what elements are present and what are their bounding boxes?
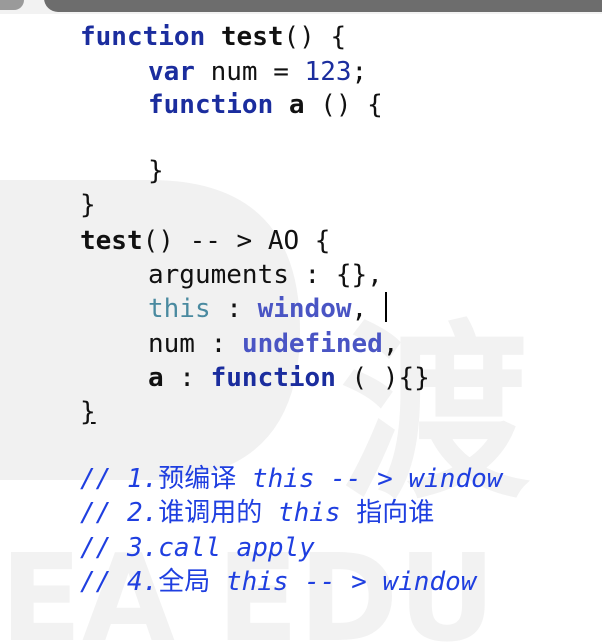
closing-brace: }	[80, 190, 96, 220]
code-text: ( ){}	[335, 363, 430, 393]
code-text: : {},	[288, 260, 383, 290]
keyword-function: function	[80, 22, 206, 52]
code-text: num =	[210, 57, 305, 87]
comment-text: this	[262, 498, 357, 528]
function-name: test	[220, 22, 284, 52]
comment-line-2: // 2.谁调用的 this 指向谁	[80, 497, 434, 529]
comment-cjk-text: 指向谁	[356, 498, 435, 528]
code-line-1: function test() {	[80, 21, 346, 53]
property-key: a	[148, 363, 164, 393]
property-key: num	[148, 329, 195, 359]
comment-prefix: // 2.	[80, 498, 159, 528]
comment-text: call apply	[158, 533, 315, 563]
code-line-3: function a () {	[148, 89, 383, 121]
comment-prefix: // 1.	[80, 464, 159, 494]
comment-prefix: // 4.	[80, 567, 159, 597]
code-text: () {	[320, 90, 383, 120]
comment-line-4: // 4.全局 this -- > window	[80, 566, 476, 598]
comment-prefix: // 3.	[80, 533, 159, 563]
code-line-10: num : undefined,	[148, 328, 398, 360]
function-name: test	[80, 226, 143, 256]
text-caret	[385, 292, 387, 322]
comment-line-1: // 1.预编译 this -- > window	[80, 463, 502, 495]
code-line-11: a : function ( ){}	[148, 362, 430, 394]
keyword-function: function	[148, 90, 274, 120]
keyword-var: var	[148, 57, 195, 87]
code-line-12: }	[80, 396, 96, 428]
number-literal: 123	[304, 57, 352, 87]
comment-text: this -- > window	[210, 567, 477, 597]
code-line-7: test() -- > AO {	[80, 225, 330, 257]
code-text: () {	[283, 22, 347, 52]
code-text: :	[194, 329, 242, 359]
this-key: this	[148, 294, 211, 324]
property-value: window	[257, 294, 352, 324]
code-text: ,	[382, 329, 399, 359]
code-line-2: var num = 123;	[148, 56, 367, 88]
comment-text: this -- > window	[236, 464, 503, 494]
property-value: function	[210, 363, 336, 393]
code-text: :	[210, 294, 258, 324]
code-text: :	[163, 363, 211, 393]
comment-cjk-text: 全局	[158, 567, 211, 597]
code-text: ,	[351, 294, 368, 324]
code-line-8: arguments : {},	[148, 259, 383, 291]
code-text: ;	[351, 57, 368, 87]
closing-brace: }	[80, 397, 96, 427]
comment-cjk-text: 谁调用的	[158, 498, 263, 528]
comment-cjk-text: 预编译	[158, 464, 237, 494]
comment-line-3: // 3.call apply	[80, 532, 315, 564]
code-line-9: this : window,	[148, 293, 367, 325]
code-line-5: }	[148, 155, 164, 187]
property-value: undefined	[241, 329, 383, 359]
property-key: arguments	[148, 260, 289, 290]
function-name: a	[288, 90, 305, 120]
code-line-6: }	[80, 189, 96, 221]
code-text: () -- > AO {	[142, 226, 331, 256]
closing-brace: }	[148, 156, 164, 186]
code-editor[interactable]: function test() { var num = 123; functio…	[0, 0, 602, 644]
